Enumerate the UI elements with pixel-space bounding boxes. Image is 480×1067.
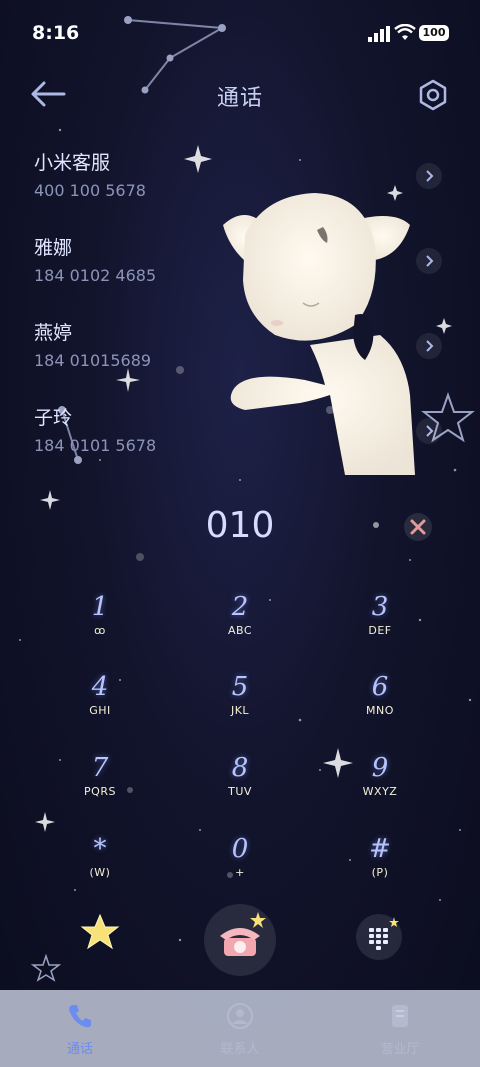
store-icon [392,1005,408,1027]
delete-backspace-icon[interactable] [402,512,434,542]
key-letters: GHI [89,704,111,717]
contact-number: 184 0101 5678 [34,436,157,455]
keypad-key-3[interactable]: 3 DEF [320,592,440,662]
key-letters: TUV [228,785,252,798]
favorites-star-icon[interactable] [80,912,120,952]
keypad-key-1[interactable]: 1 ꝏ [40,592,160,662]
contact-number: 184 01015689 [34,351,152,370]
contact-name: 燕婷 [34,322,73,344]
key-letters: DEF [368,624,392,637]
person-icon [227,1003,253,1029]
contact-number: 184 0102 4685 [34,266,157,285]
keypad-key-star[interactable]: * (W) [40,834,160,904]
contact-name: 子玲 [34,407,73,429]
bottom-navigation: 通话 联系人 营业厅 [0,990,480,1067]
phone-icon [69,1005,91,1028]
keypad-key-4[interactable]: 4 GHI [40,672,160,742]
keypad-key-5[interactable]: 5 JKL [180,672,300,742]
key-letters: MNO [366,704,394,717]
keypad-key-2[interactable]: 2 ABC [180,592,300,662]
key-letters: PQRS [84,785,116,798]
nav-label: 营业厅 [380,1042,420,1057]
status-time: 8:16 [32,22,80,44]
contact-detail-chevron-icon[interactable] [416,418,442,444]
key-letters: JKL [230,704,250,717]
telephone-icon [220,912,266,956]
keypad-key-7[interactable]: 7 PQRS [40,753,160,823]
key-digit: 0 [231,834,249,864]
nav-tab-calls[interactable]: 通话 [0,990,160,1067]
key-digit: 3 [371,592,389,622]
key-digit: 6 [371,672,389,702]
dialpad-icon [369,917,399,950]
key-digit: 5 [231,672,249,702]
key-letters: ABC [227,624,253,637]
nav-tab-store[interactable]: 营业厅 [320,990,480,1067]
contact-name: 小米客服 [34,152,111,174]
key-digit: 9 [371,753,389,783]
contact-number: 400 100 5678 [34,181,146,200]
keypad-key-8[interactable]: 8 TUV [180,753,300,823]
settings-gear-icon[interactable] [416,78,450,112]
contact-detail-chevron-icon[interactable] [416,163,442,189]
nav-label: 联系人 [220,1042,260,1057]
nav-tab-contacts[interactable]: 联系人 [160,990,320,1067]
contact-row[interactable]: 燕婷 184 01015689 [34,318,424,388]
contact-name: 雅娜 [34,237,73,259]
battery-indicator: 100 [419,25,449,41]
signal-icon [368,26,390,42]
call-button[interactable] [204,904,276,976]
key-digit: * [93,834,107,864]
key-letters: (P) [371,866,389,879]
contact-row[interactable]: 子玲 184 0101 5678 [34,403,424,473]
key-digit: # [369,834,391,864]
voicemail-icon: ꝏ [94,624,106,637]
nav-label: 通话 [66,1042,93,1057]
key-digit: 7 [91,753,109,783]
status-bar: 8:16 100 [0,0,480,64]
keypad-key-hash[interactable]: # (P) [320,834,440,904]
contact-detail-chevron-icon[interactable] [416,333,442,359]
key-letters: + [235,866,245,879]
contact-row[interactable]: 小米客服 400 100 5678 [34,148,424,218]
contact-row[interactable]: 雅娜 184 0102 4685 [34,233,424,303]
key-digit: 8 [231,753,249,783]
key-digit: 4 [91,672,109,702]
keypad-key-6[interactable]: 6 MNO [320,672,440,742]
key-letters: (W) [89,866,111,879]
key-letters: WXYZ [362,785,398,798]
key-digit: 1 [91,592,109,622]
page-title: 通话 [216,86,263,111]
contact-detail-chevron-icon[interactable] [416,248,442,274]
wifi-icon [394,24,416,40]
keypad-key-0[interactable]: 0 + [180,834,300,904]
key-digit: 2 [231,592,249,622]
keypad-toggle-button[interactable] [356,914,402,960]
keypad-key-9[interactable]: 9 WXYZ [320,753,440,823]
